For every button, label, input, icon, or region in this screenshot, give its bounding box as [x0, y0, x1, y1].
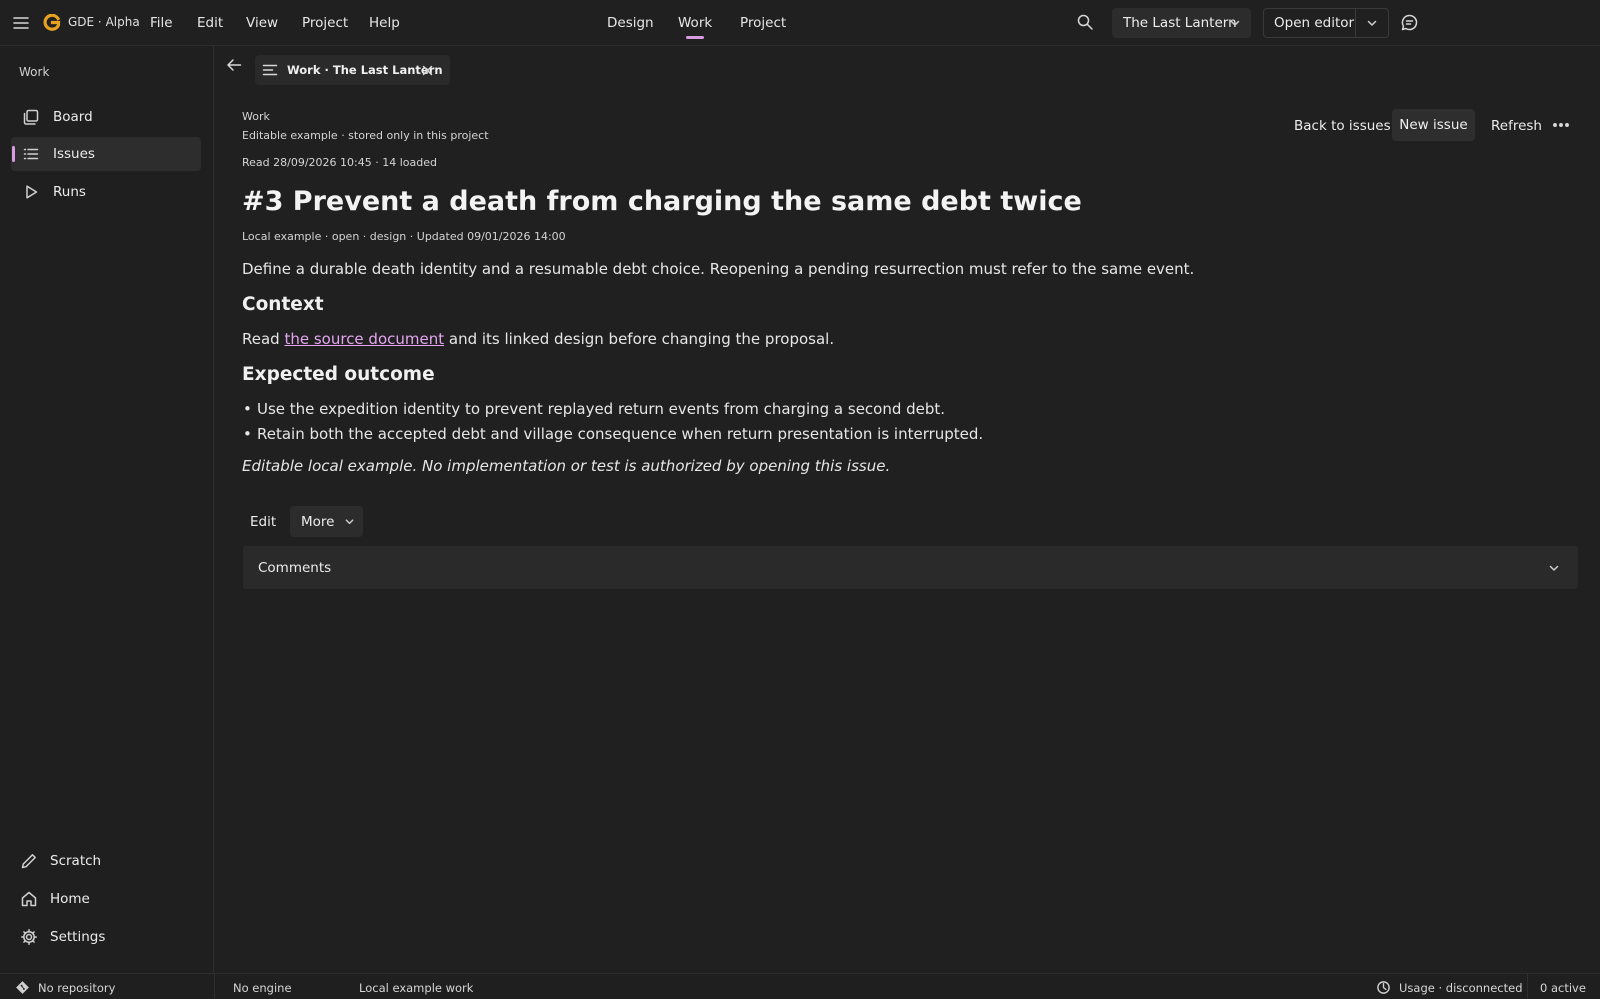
new-issue-button[interactable]: New issue [1392, 109, 1475, 141]
work-status: Local example work [359, 981, 474, 995]
list-item-text: Use the expedition identity to prevent r… [257, 400, 946, 418]
more-options-icon[interactable] [1551, 115, 1571, 135]
sidebar-item-label: Issues [53, 146, 95, 162]
chevron-down-icon [1229, 17, 1241, 29]
list-icon [22, 145, 40, 163]
sidebar-item-label: Runs [53, 184, 86, 200]
divider [1527, 974, 1528, 999]
menu-view[interactable]: View [246, 15, 278, 31]
refresh-button[interactable]: Refresh [1491, 118, 1542, 134]
storage-note: Editable example · stored only in this p… [242, 129, 489, 142]
app-logo-icon [43, 14, 61, 32]
comments-panel-toggle[interactable]: Comments [243, 546, 1578, 589]
list-item: Retain both the accepted debt and villag… [243, 425, 983, 443]
project-select-value: The Last Lantern [1123, 15, 1237, 31]
issue-summary: Define a durable death identity and a re… [242, 260, 1195, 278]
sidebar-item-label: Home [50, 891, 90, 907]
more-button[interactable]: More [290, 506, 363, 537]
play-icon [22, 183, 40, 201]
context-text-after: and its linked design before changing th… [444, 330, 835, 348]
tab-project[interactable]: Project [740, 15, 786, 31]
home-icon [20, 890, 38, 908]
chat-icon[interactable] [1400, 13, 1419, 32]
sidebar: Work Board Issues Runs Scratch Home Sett… [0, 46, 214, 973]
board-icon [22, 108, 40, 126]
usage-icon [1376, 980, 1391, 995]
context-text-before: Read [242, 330, 285, 348]
outcome-heading: Expected outcome [242, 364, 435, 385]
back-arrow-icon[interactable] [225, 56, 243, 74]
open-editor-button[interactable]: Open editor [1264, 15, 1355, 31]
pencil-icon [20, 852, 38, 870]
issue-title: #3 Prevent a death from charging the sam… [242, 186, 1082, 217]
tab-work-the-last-lantern[interactable]: Work · The Last Lantern [255, 55, 450, 85]
sidebar-item-label: Settings [50, 929, 106, 945]
gear-icon [20, 928, 38, 946]
menu-project[interactable]: Project [302, 15, 348, 31]
status-bar: No repository No engine Local example wo… [0, 973, 1600, 999]
top-bar: GDE · Alpha File Edit View Project Help … [0, 0, 1600, 46]
issue-meta: Local example · open · design · Updated … [242, 230, 566, 243]
issue-note: Editable local example. No implementatio… [242, 457, 891, 475]
search-icon[interactable] [1076, 13, 1094, 31]
close-icon[interactable] [421, 64, 434, 77]
sidebar-item-board[interactable]: Board [11, 100, 201, 134]
tab-design[interactable]: Design [607, 15, 654, 31]
sidebar-item-label: Board [53, 109, 93, 125]
chevron-down-icon [1367, 20, 1377, 26]
list-item-text: Retain both the accepted debt and villag… [257, 425, 984, 443]
menu-edit[interactable]: Edit [197, 15, 223, 31]
more-button-label: More [301, 513, 335, 530]
repository-status[interactable]: No repository [38, 981, 115, 995]
open-editor-split-button: Open editor [1263, 8, 1389, 38]
list-item: Use the expedition identity to prevent r… [243, 400, 945, 418]
source-document-link[interactable]: the source document [284, 330, 444, 348]
chevron-down-icon [1548, 562, 1560, 574]
tab-work[interactable]: Work [678, 15, 712, 39]
sidebar-section-title: Work [19, 65, 50, 79]
sidebar-item-scratch[interactable]: Scratch [20, 852, 101, 870]
engine-status[interactable]: No engine [233, 981, 292, 995]
tab-title: Work · The Last Lantern [287, 63, 443, 77]
sidebar-item-home[interactable]: Home [20, 890, 90, 908]
sidebar-item-label: Scratch [50, 853, 102, 869]
menu-file[interactable]: File [150, 15, 173, 31]
back-to-issues-button[interactable]: Back to issues [1294, 118, 1391, 134]
menu-help[interactable]: Help [369, 15, 400, 31]
read-status: Read 28/09/2026 10:45 · 14 loaded [242, 156, 437, 169]
usage-status[interactable]: Usage · disconnected [1399, 981, 1523, 995]
app-name: GDE · Alpha [68, 15, 140, 29]
open-editor-dropdown-button[interactable] [1355, 9, 1388, 37]
chevron-down-icon [344, 516, 355, 527]
section-label: Work [242, 110, 270, 123]
sidebar-item-settings[interactable]: Settings [20, 928, 105, 946]
sidebar-item-runs[interactable]: Runs [11, 175, 201, 209]
context-heading: Context [242, 294, 324, 315]
divider [214, 974, 215, 999]
context-paragraph: Read the source document and its linked … [242, 330, 834, 348]
document-lines-icon [262, 62, 278, 78]
active-count[interactable]: 0 active [1540, 981, 1586, 995]
project-select[interactable]: The Last Lantern [1112, 8, 1251, 38]
sidebar-item-issues[interactable]: Issues [11, 137, 201, 171]
hamburger-menu-icon[interactable] [12, 14, 30, 32]
git-icon [15, 980, 30, 995]
edit-button[interactable]: Edit [250, 514, 276, 530]
comments-label: Comments [258, 559, 332, 576]
